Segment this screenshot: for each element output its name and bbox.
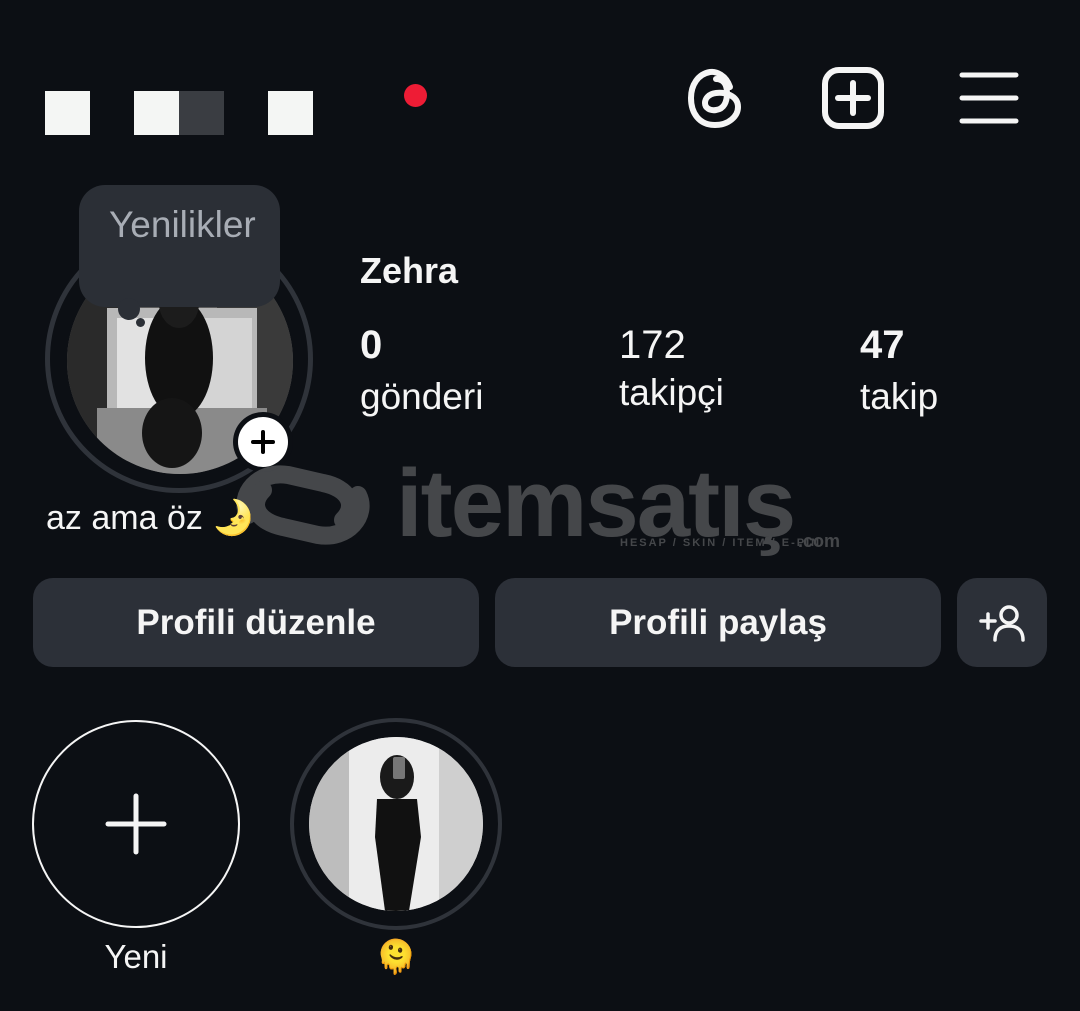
following-count[interactable]: 47 xyxy=(860,323,905,368)
notification-dot xyxy=(404,84,427,107)
edit-profile-button[interactable]: Profili düzenle xyxy=(33,578,479,667)
notes-tooltip[interactable]: Yenilikler xyxy=(79,185,280,307)
plus-icon xyxy=(105,793,167,855)
highlight-label: 🫠 xyxy=(375,938,417,975)
highlight-photo xyxy=(309,737,483,911)
menu-icon xyxy=(959,72,1019,124)
username-block-4 xyxy=(268,91,313,135)
new-highlight-label: Yeni xyxy=(104,938,168,975)
share-profile-button[interactable]: Profili paylaş xyxy=(495,578,941,667)
add-person-icon xyxy=(979,604,1025,642)
notes-tooltip-text: Yenilikler xyxy=(109,204,256,245)
followers-count[interactable]: 172 xyxy=(619,323,686,368)
username-block-1 xyxy=(45,91,90,135)
discover-people-button[interactable] xyxy=(957,578,1047,667)
threads-button[interactable] xyxy=(680,62,752,134)
posts-label: gönderi xyxy=(360,376,484,417)
plus-icon xyxy=(251,430,275,454)
share-profile-label: Profili paylaş xyxy=(609,602,827,642)
menu-button[interactable] xyxy=(953,62,1025,134)
display-name: Zehra xyxy=(360,250,459,291)
bio: az ama öz 🌛 xyxy=(46,499,255,537)
tooltip-tail-small xyxy=(136,318,145,327)
watermark-suffix: .com xyxy=(798,531,841,551)
followers-label[interactable]: takipçi xyxy=(619,372,724,414)
highlight-item[interactable] xyxy=(309,737,483,911)
posts-count: 0 xyxy=(360,323,383,367)
tooltip-tail-large xyxy=(118,298,140,320)
edit-profile-label: Profili düzenle xyxy=(136,602,376,642)
following-label[interactable]: takip xyxy=(860,376,938,418)
threads-icon xyxy=(687,68,742,129)
add-post-button[interactable] xyxy=(817,62,889,134)
username-block-3 xyxy=(179,91,224,135)
add-post-icon xyxy=(822,67,884,129)
username-block-2 xyxy=(134,91,179,135)
watermark-tagline: HESAP / SKIN / ITEM / E-PIN xyxy=(620,537,822,549)
new-highlight-button[interactable] xyxy=(32,720,240,928)
